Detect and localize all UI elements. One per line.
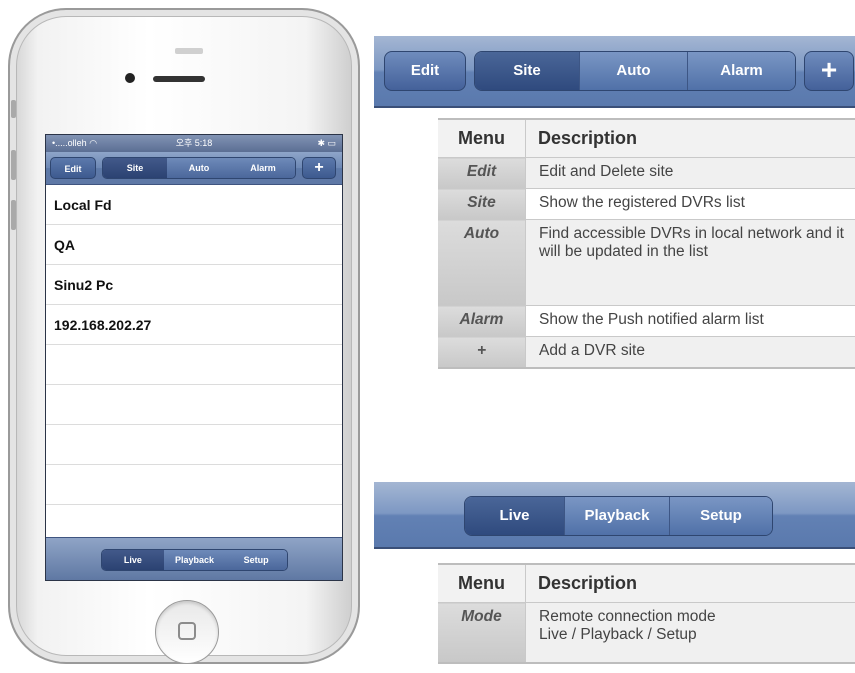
auto-segment[interactable]: Auto — [167, 158, 231, 178]
front-camera — [125, 73, 135, 83]
description-cell: Show the Push notified alarm list — [525, 305, 855, 337]
alarm-segment[interactable]: Alarm — [688, 52, 795, 90]
add-site-button[interactable]: + — [804, 51, 854, 91]
site-menu-table: Menu Description Edit Edit and Delete si… — [438, 118, 855, 369]
description-cell: Edit and Delete site — [525, 157, 855, 189]
mode-toolbar-enlarged: Live Playback Setup — [374, 482, 855, 549]
menu-column-header: Menu — [438, 563, 526, 603]
iphone-mockup: •.....olleh ◠ 오후 5:18 ✱ ▭ Edit Site Auto… — [8, 8, 360, 664]
edit-button[interactable]: Edit — [50, 157, 96, 179]
volume-up-button — [11, 150, 16, 180]
site-item[interactable]: QA — [46, 225, 342, 265]
playback-segment[interactable]: Playback — [565, 497, 670, 535]
add-site-button[interactable]: + — [302, 157, 336, 179]
site-segment[interactable]: Site — [103, 158, 167, 178]
home-square-icon — [178, 622, 196, 640]
site-item[interactable]: Sinu2 Pc — [46, 265, 342, 305]
site-item[interactable]: Local Fd — [46, 185, 342, 225]
description-cell: Remote connection mode Live / Playback /… — [525, 602, 855, 664]
site-toolbar-enlarged: Edit Site Auto Alarm + — [374, 36, 855, 108]
description-cell: Show the registered DVRs list — [525, 188, 855, 220]
setup-segment[interactable]: Setup — [225, 550, 287, 570]
description-line: Live / Playback / Setup — [539, 626, 697, 643]
site-mode-segment: Site Auto Alarm — [102, 157, 296, 179]
edit-button[interactable]: Edit — [384, 51, 466, 91]
empty-row — [46, 465, 342, 505]
live-segment[interactable]: Live — [102, 550, 164, 570]
earpiece-speaker — [153, 76, 205, 82]
menu-cell: + — [438, 336, 526, 369]
phone-screen: •.....olleh ◠ 오후 5:18 ✱ ▭ Edit Site Auto… — [45, 134, 343, 581]
description-line: Remote connection mode — [539, 608, 716, 625]
battery-icon: ✱ ▭ — [317, 138, 336, 148]
setup-segment[interactable]: Setup — [670, 497, 772, 535]
auto-segment[interactable]: Auto — [580, 52, 688, 90]
description-cell: Find accessible DVRs in local network an… — [525, 219, 855, 306]
menu-column-header: Menu — [438, 118, 526, 158]
alarm-segment[interactable]: Alarm — [231, 158, 295, 178]
site-segment[interactable]: Site — [475, 52, 580, 90]
playback-segment[interactable]: Playback — [163, 550, 226, 570]
home-button[interactable] — [155, 600, 219, 664]
menu-cell: Site — [438, 188, 526, 220]
site-mode-segment: Site Auto Alarm — [474, 51, 796, 91]
status-time: 오후 5:18 — [175, 138, 213, 148]
menu-cell: Mode — [438, 602, 526, 664]
top-speaker-grille — [175, 48, 203, 54]
empty-row — [46, 425, 342, 465]
menu-cell: Edit — [438, 157, 526, 189]
live-segment[interactable]: Live — [465, 497, 565, 535]
status-bar: •.....olleh ◠ 오후 5:18 ✱ ▭ — [46, 135, 342, 152]
site-item[interactable]: 192.168.202.27 — [46, 305, 342, 345]
menu-cell: Alarm — [438, 305, 526, 337]
description-column-header: Description — [525, 118, 855, 158]
mode-menu-table: Menu Description Mode Remote connection … — [438, 563, 855, 664]
description-cell: Add a DVR site — [525, 336, 855, 369]
description-column-header: Description — [525, 563, 855, 603]
empty-row — [46, 385, 342, 425]
mode-segment: Live Playback Setup — [464, 496, 773, 536]
empty-row — [46, 345, 342, 385]
volume-down-button — [11, 200, 16, 230]
site-toolbar: Edit Site Auto Alarm + — [46, 152, 342, 185]
mode-tabbar: Live Playback Setup — [46, 537, 342, 580]
menu-cell: Auto — [438, 219, 526, 306]
site-list: Local Fd QA Sinu2 Pc 192.168.202.27 — [46, 185, 342, 505]
mute-switch — [11, 100, 16, 118]
mode-segment: Live Playback Setup — [101, 549, 288, 571]
